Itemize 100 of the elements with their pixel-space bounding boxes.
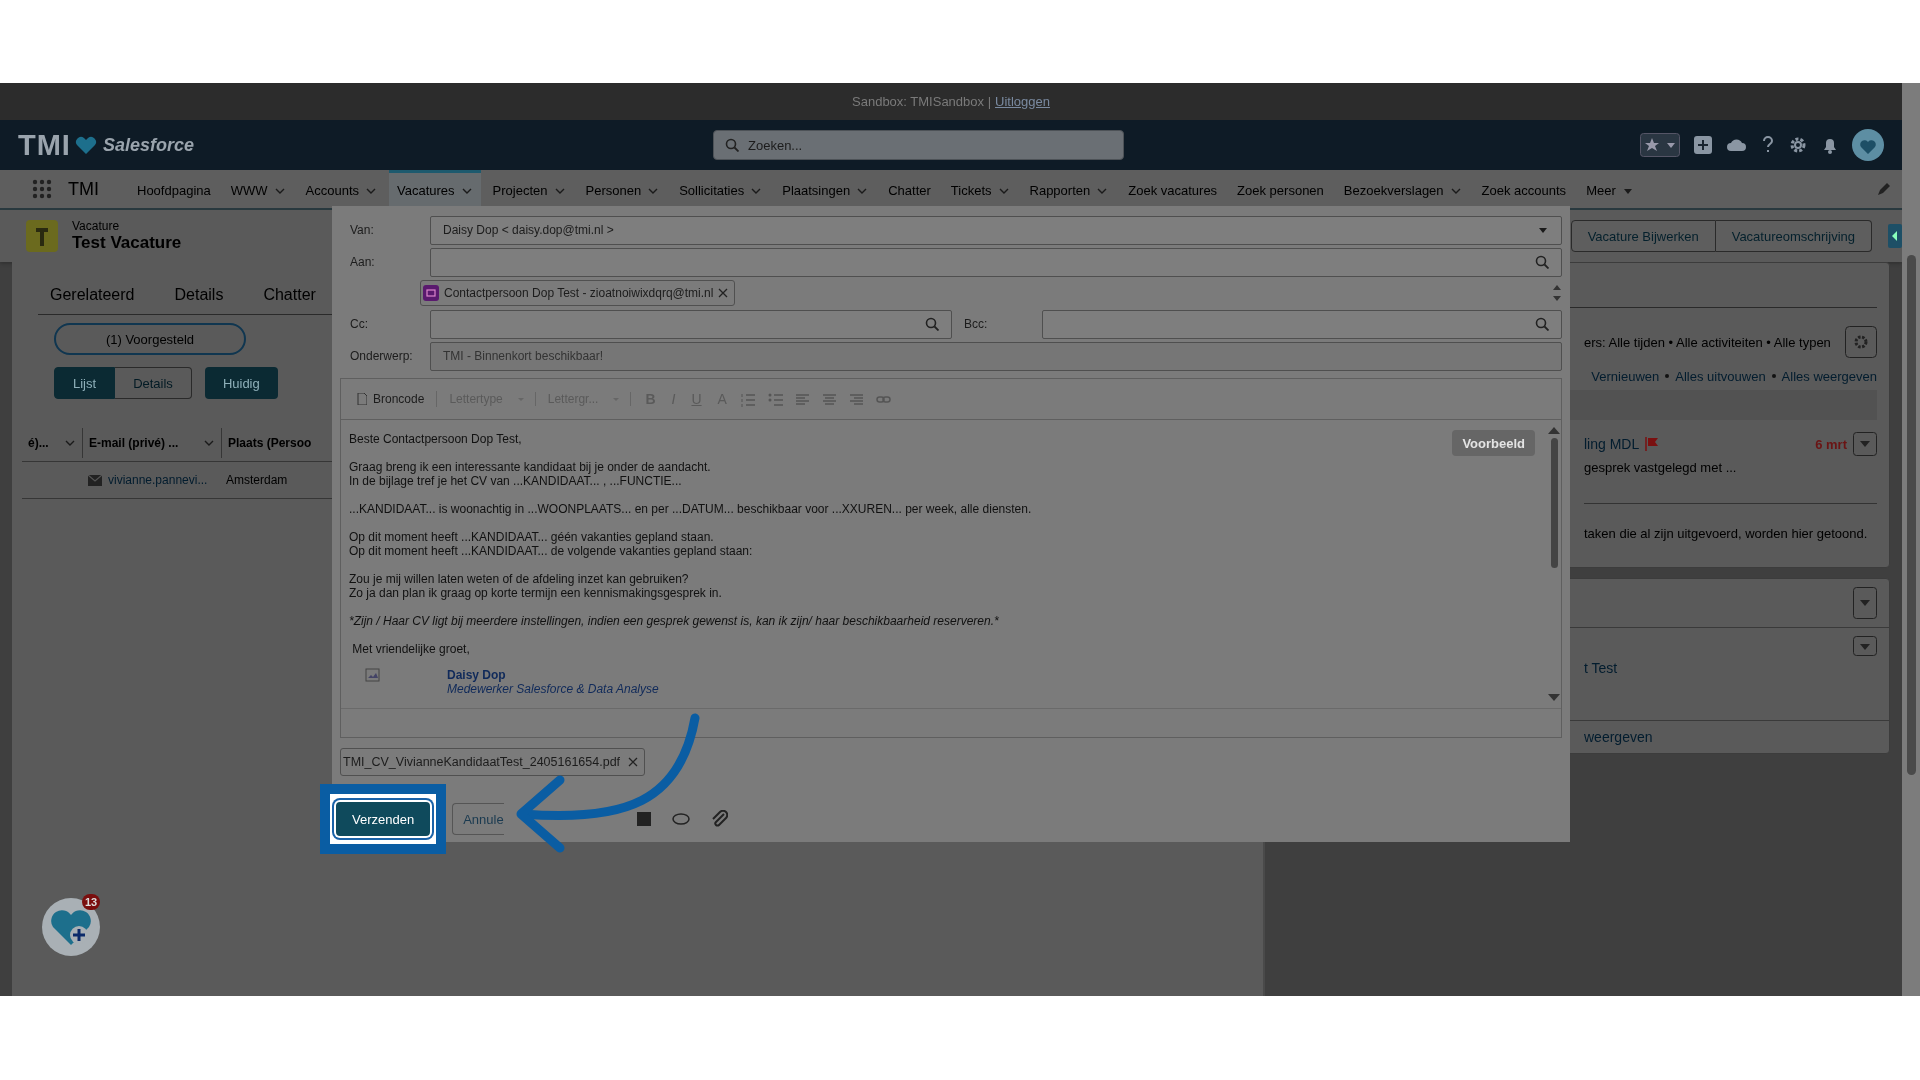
scrollbar-thumb[interactable] [1550, 438, 1558, 568]
search-field[interactable]: Zoeken... [713, 130, 1124, 160]
nav-tab[interactable]: Sollicitaties [671, 170, 771, 208]
body-text: Op dit moment heeft ...KANDIDAAT... géén vakanties gepland staan. [349, 530, 714, 544]
record-link[interactable]: t Test [1584, 660, 1618, 676]
align-right-icon[interactable] [848, 391, 864, 407]
body-text: In de bijlage tref je het CV van ...KANDIDAAT... , ...FUNCTIE... [349, 474, 682, 488]
nav-tab[interactable]: Zoek vacatures [1120, 170, 1226, 208]
flag-icon [1645, 437, 1660, 451]
collapse-icon[interactable] [1888, 224, 1902, 248]
column-header[interactable]: E-mail (privé) ... [83, 428, 222, 458]
avatar-icon[interactable] [1852, 129, 1884, 161]
body-text: Zou je mij willen laten weten of de afdeling inzet kan gebruiken? [349, 572, 689, 586]
dropdown-icon[interactable] [1853, 587, 1877, 619]
nav-tab[interactable]: Tickets [942, 170, 1018, 208]
action-link[interactable]: Alles weergeven [1781, 368, 1877, 384]
task-link[interactable]: ling MDL [1584, 436, 1640, 452]
recipient-field[interactable] [430, 247, 1562, 277]
eye-icon[interactable] [671, 812, 690, 826]
recipient-chip[interactable]: Contactpersoon Dop Test - zioatnoiwixdqrq@tmi.nl [420, 280, 736, 306]
body-text: Zo ja dan plan ik graag op korte termijn een kennismakingsgesprek in. [349, 586, 722, 600]
add-icon[interactable] [1693, 135, 1713, 155]
template-icon[interactable] [635, 811, 652, 827]
nav-tab[interactable]: Plaatsingen [774, 170, 877, 208]
nav-tab[interactable]: Projecten [484, 170, 574, 208]
view-toggle[interactable]: Details [115, 367, 192, 399]
record-type-label: Vacature [72, 219, 121, 233]
nav-tab[interactable]: Rapporten [1021, 170, 1117, 208]
close-icon[interactable] [628, 757, 639, 767]
separator-dot-icon [1665, 374, 1670, 378]
settings-icon[interactable] [1788, 135, 1808, 155]
source-button[interactable]: Broncode [351, 391, 438, 407]
record-tab[interactable]: Details [174, 286, 224, 304]
action-link[interactable]: Vernieuwen [1591, 368, 1660, 384]
field-label: Van: [349, 223, 375, 237]
attachment-chip[interactable]: TMI_CV_VivianneKandidaatTest_2405161654.pdf [340, 748, 646, 776]
view-all-link[interactable]: weergeven [1584, 729, 1653, 745]
dropdown-icon[interactable] [1853, 636, 1877, 656]
subject-field[interactable]: TMI - Binnenkort beschikbaar! [430, 341, 1562, 371]
app-launcher-icon[interactable] [32, 179, 52, 199]
logout-link[interactable]: Uitloggen [995, 94, 1050, 109]
bullet-list-icon[interactable] [767, 391, 783, 407]
filter-button[interactable]: (1) Voorgesteld [54, 323, 246, 355]
close-icon[interactable] [718, 288, 729, 298]
field-label: Onderwerp: [349, 349, 414, 363]
signature-title: Medewerker Salesforce & Data Analyse [447, 682, 659, 696]
sender-dropdown[interactable]: Daisy Dop < daisy.dop@tmi.nl > [430, 215, 1562, 245]
align-center-icon[interactable] [821, 391, 837, 407]
action-link[interactable]: Alles uitvouwen [1675, 368, 1766, 384]
action-button[interactable]: Vacature Bijwerken [1570, 220, 1716, 252]
preview-button[interactable]: Voorbeeld [1452, 430, 1535, 456]
cc-field[interactable] [430, 309, 952, 339]
signature-name: Daisy Dop [447, 668, 507, 682]
record-title: Test Vacature [72, 233, 182, 253]
cancel-button[interactable]: Annule [452, 803, 504, 835]
task-description: gesprek vastgelegd met ... [1584, 460, 1738, 475]
favorites-icon[interactable] [1640, 133, 1680, 157]
nav-tab[interactable]: Chatter [880, 170, 939, 208]
nav-tab[interactable]: Personen [577, 170, 668, 208]
nav-tab[interactable]: Vacatures [389, 170, 481, 208]
nav-tab[interactable]: Accounts [297, 170, 386, 208]
field-label: Bcc: [963, 317, 989, 331]
search-icon [925, 317, 939, 331]
nav-tab[interactable]: WWW [222, 170, 294, 208]
brand-text: Salesforce [102, 134, 194, 156]
nav-tab[interactable]: Meer [1578, 170, 1642, 208]
view-toggle[interactable]: Lijst [54, 367, 116, 399]
nav-tab[interactable]: Hoofdpagina [129, 170, 219, 208]
scroll-up-icon[interactable] [1548, 426, 1560, 434]
scrollbar[interactable] [1902, 83, 1920, 996]
field-label: Aan: [349, 255, 376, 269]
filter-summary: ers: Alle tijden • Alle activiteiten • Alle typen [1584, 334, 1831, 350]
search-icon [1535, 255, 1549, 269]
broken-image-icon [365, 668, 381, 684]
email-link[interactable]: vivianne.pannevi... [108, 473, 208, 487]
app-name: TMI [68, 178, 99, 200]
search-icon [725, 138, 739, 152]
current-button[interactable]: Huidig [204, 367, 278, 399]
bcc-field[interactable] [1042, 309, 1562, 339]
sandbox-label: Sandbox: TMISandbox | [852, 94, 992, 109]
nav-tab[interactable]: Zoek accounts [1473, 170, 1575, 208]
record-tab[interactable]: Gerelateerd [50, 286, 135, 304]
column-header[interactable]: é)... [22, 428, 83, 458]
record-tab[interactable]: Chatter [263, 286, 316, 304]
help-icon[interactable] [1761, 135, 1775, 155]
separator-dot-icon [1771, 374, 1776, 378]
align-left-icon[interactable] [794, 391, 810, 407]
document-icon [357, 393, 367, 405]
nav-tab[interactable]: Zoek personen [1229, 170, 1332, 208]
action-button[interactable]: Vacatureomschrijving [1715, 220, 1872, 252]
column-header[interactable]: Plaats (Persoo [222, 428, 330, 458]
body-text: Graag breng ik een interessante kandidaat bij je onder de aandacht. [349, 460, 711, 474]
scroll-down-icon[interactable] [1548, 694, 1560, 702]
body-text: ...KANDIDAAT... is woonachtig in ...WOONPLAATS... en per ...DATUM... beschikbaar voor ...XXUREN... per week, alle diensten. [349, 502, 1032, 516]
contact-icon [423, 285, 439, 301]
dropdown-icon[interactable] [1853, 432, 1877, 456]
table-cell: Amsterdam [226, 473, 288, 487]
edit-icon[interactable] [1876, 181, 1892, 197]
numbered-list-icon[interactable] [740, 391, 756, 407]
nav-tab[interactable]: Bezoekverslagen [1335, 170, 1470, 208]
